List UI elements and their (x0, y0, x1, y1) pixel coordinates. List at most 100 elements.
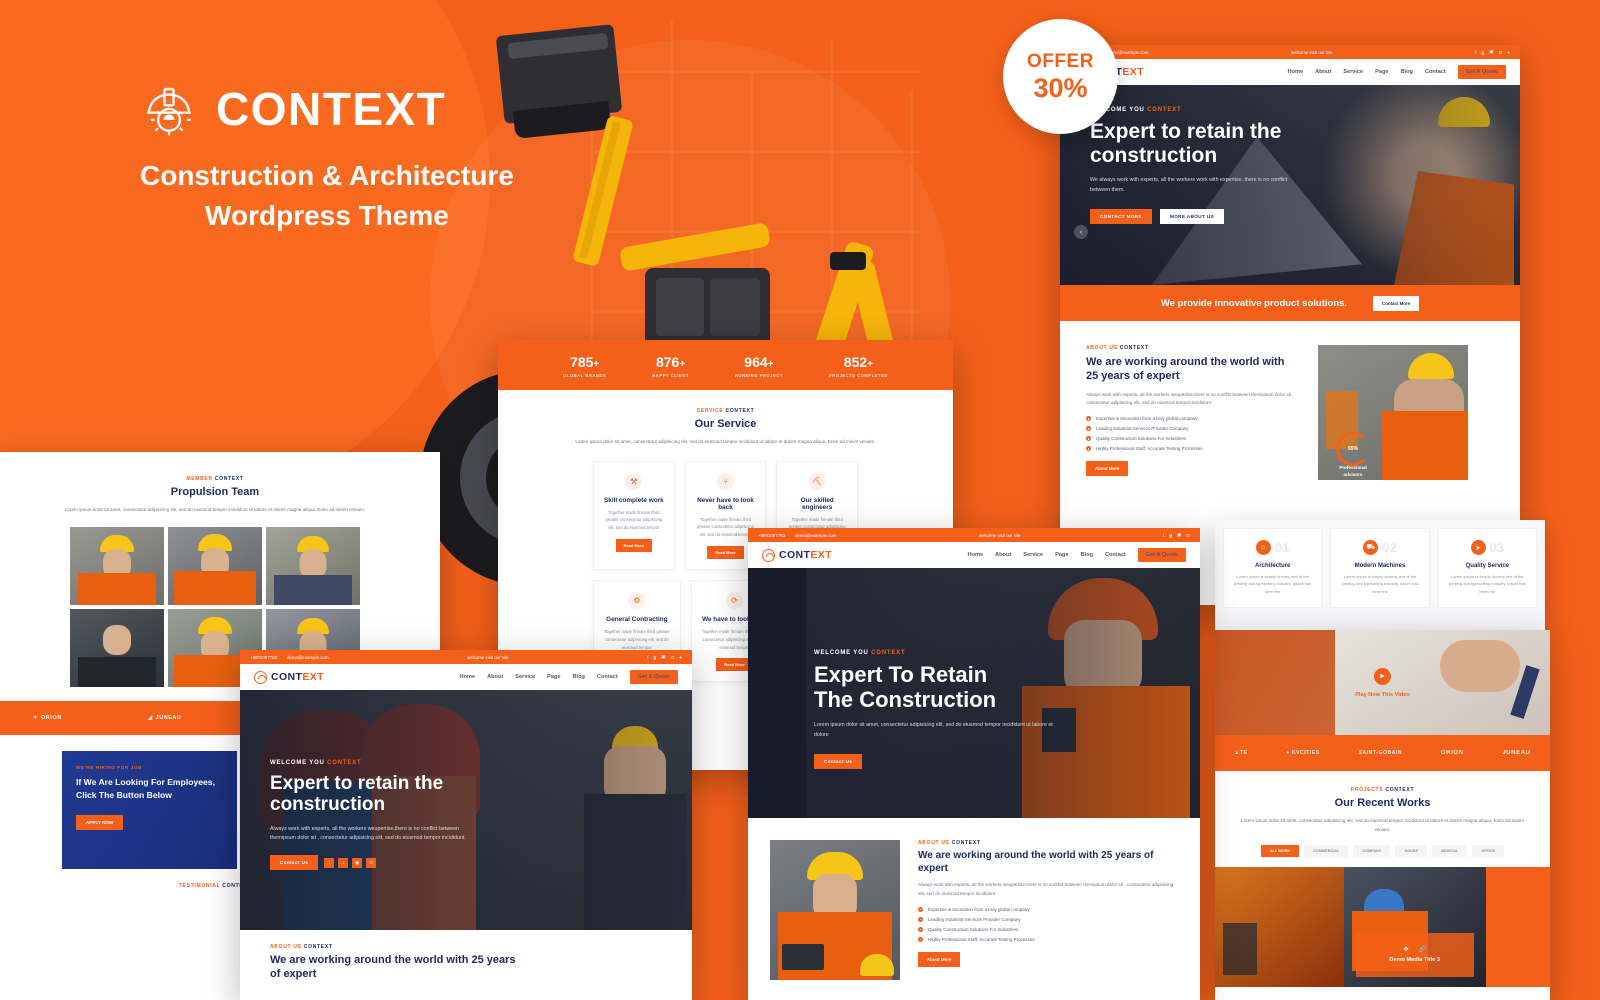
twitter-icon[interactable]: 𝐠 (653, 655, 656, 660)
google-plus-icon[interactable]: G (366, 857, 377, 868)
filter-commercial[interactable]: COMMERCIAL (1304, 844, 1349, 857)
social-links-alt[interactable]: f 𝐠 ▣ G ● (647, 654, 682, 660)
nav-center-about[interactable]: About (995, 552, 1011, 558)
media-badge[interactable]: ✥ 🔗 Demo Media Title 3 (1355, 932, 1474, 977)
instagram-icon[interactable]: ▣ (661, 654, 665, 660)
nav-menu-center[interactable]: Home About Service Page Blog Contact Get… (968, 548, 1186, 562)
service-card-button-1[interactable]: Read More (615, 539, 653, 552)
filter-house[interactable]: HOUSE (1395, 844, 1427, 857)
nav-item-about[interactable]: About (1315, 69, 1331, 75)
project-filter-tabs[interactable]: ALL WORK COMMERCIAL COMPANY HOUSE MEDICA… (1235, 844, 1530, 857)
bullet-dot-icon (1086, 436, 1091, 442)
hiring-card[interactable]: WE'RE HIRING FOR JOB If We Are Looking F… (62, 750, 237, 869)
feature-card-3[interactable]: ➤ 03 Quality Service Lorem ipsum is simpl… (1437, 528, 1537, 609)
filter-all-work[interactable]: ALL WORK (1260, 844, 1300, 857)
facebook-icon[interactable]: f (1163, 533, 1164, 538)
topbar-alt-phone[interactable]: +8801087763 (250, 655, 277, 660)
get-a-quote-button-alt[interactable]: Get A Quote (629, 670, 678, 684)
twitter-icon[interactable]: 𝐠 (1481, 50, 1484, 55)
topbar-alt-email[interactable]: demo@example.com (287, 655, 329, 660)
nav-item-page[interactable]: Page (1375, 69, 1388, 75)
instagram-icon[interactable]: ▣ (352, 857, 363, 868)
team-member-3[interactable] (266, 526, 360, 605)
hero-prev-arrow-icon[interactable]: ‹ (1074, 225, 1088, 239)
team-member-2[interactable] (168, 526, 262, 605)
nav-alt-blog[interactable]: Blog (573, 674, 585, 680)
promo-contact-button[interactable]: Contact More (1373, 295, 1420, 311)
nav-center-home[interactable]: Home (968, 552, 984, 558)
bullet-dot-icon (1086, 446, 1091, 452)
hero-about-button[interactable]: MORE ABOUT US (1159, 208, 1225, 224)
feature-card-2[interactable]: ⛟ 02 Modern Machines Lorem ipsum is simpl… (1330, 528, 1430, 609)
nav-alt-contact[interactable]: Contact (597, 674, 618, 680)
nav-alt-home[interactable]: Home (460, 674, 476, 680)
facebook-icon[interactable]: f (647, 655, 648, 660)
about-center-more-button[interactable]: About More (918, 951, 961, 967)
filter-medical[interactable]: MEDICAL (1431, 844, 1468, 857)
main-navigation-center[interactable]: CONTEXT Home About Service Page Blog Con… (748, 542, 1200, 568)
topbar-center-phone[interactable]: +8801087763 (758, 533, 785, 538)
link-icon[interactable]: 🔗 (1418, 946, 1425, 953)
facebook-icon[interactable]: f (1475, 50, 1476, 55)
social-links[interactable]: f 𝐠 ▣ G ● (1475, 49, 1510, 55)
instagram-icon[interactable]: ▣ (1177, 532, 1181, 538)
get-a-quote-button-center[interactable]: Get A Quote (1137, 548, 1186, 562)
hero-alt-socials[interactable]: f t ▣ G (324, 857, 377, 868)
google-plus-icon[interactable]: G (1499, 50, 1503, 55)
project-thumb-2[interactable]: ✥ 🔗 Demo Media Title 3 (1343, 866, 1486, 987)
nav-center-service[interactable]: Service (1023, 552, 1043, 558)
instagram-icon[interactable]: ▣ (1489, 49, 1493, 55)
play-icon[interactable]: ► (1374, 667, 1391, 685)
project-thumb-3[interactable] (1485, 866, 1550, 987)
nav-center-contact[interactable]: Contact (1105, 552, 1126, 558)
nav-item-home[interactable]: Home (1288, 69, 1304, 75)
nav-menu-alt[interactable]: Home About Service Page Blog Contact Get… (460, 670, 678, 684)
facebook-icon[interactable]: f (324, 857, 335, 868)
nav-alt-service[interactable]: Service (515, 674, 535, 680)
nav-center-page[interactable]: Page (1055, 552, 1068, 558)
nav-menu[interactable]: Home About Service Page Blog Contact Get… (1288, 65, 1506, 79)
apply-now-button[interactable]: APPLY NOW (76, 815, 124, 831)
nav-item-service[interactable]: Service (1343, 69, 1363, 75)
pinterest-icon[interactable]: ● (1507, 50, 1510, 55)
service-card-button-2[interactable]: Read More (707, 546, 744, 559)
nav-alt-about[interactable]: About (487, 674, 503, 680)
site-logo-alt[interactable]: CONTEXT (254, 670, 324, 684)
filter-office[interactable]: OFFICE (1472, 844, 1505, 857)
google-plus-icon[interactable]: G (1186, 533, 1190, 538)
nav-alt-page[interactable]: Page (547, 674, 560, 680)
feature-text-3: Lorem ipsum is simply dummy text of the … (1448, 574, 1526, 594)
mockup-projects-page[interactable]: ► Play Now This Video ▲TE ● KVCITIES SAI… (1215, 630, 1550, 1000)
pinterest-icon[interactable]: ● (679, 655, 682, 660)
twitter-icon[interactable]: 𝐠 (1169, 533, 1172, 538)
topbar-center-email[interactable]: demo@example.com (795, 533, 837, 538)
social-links-center[interactable]: f 𝐠 ▣ G (1163, 532, 1190, 538)
video-label[interactable]: Play Now This Video (1355, 692, 1410, 698)
helmet-gear-icon (140, 80, 198, 138)
video-section[interactable]: ► Play Now This Video (1215, 630, 1550, 735)
team-member-1[interactable] (70, 526, 164, 605)
nav-center-blog[interactable]: Blog (1081, 552, 1093, 558)
site-logo-center[interactable]: CONTEXT (762, 548, 832, 562)
about-more-button[interactable]: About More (1086, 461, 1129, 477)
partner-logo-1: ▲TE (1234, 750, 1248, 756)
nav-item-blog[interactable]: Blog (1401, 69, 1413, 75)
hero-center-contact-button[interactable]: Contact Us (814, 753, 863, 769)
team-member-4[interactable] (70, 608, 164, 687)
mockup-homepage-alt[interactable]: +8801087763 demo@example.com welcome vis… (240, 650, 692, 1000)
nav-item-contact[interactable]: Contact (1425, 69, 1446, 75)
main-navigation[interactable]: CONTEXT Home About Service Page Blog Con… (1060, 59, 1520, 85)
hero-alt-contact-button[interactable]: Contact Us (270, 855, 319, 871)
service-card-1[interactable]: ⚒ Skill complete work Together made firm… (593, 460, 675, 570)
feature-card-1[interactable]: ⌂ 01 Architecture Lorem ipsum is simply d… (1223, 528, 1323, 609)
project-thumb-1[interactable] (1215, 866, 1344, 987)
expand-icon[interactable]: ✥ (1403, 946, 1408, 953)
mockup-homepage-center[interactable]: +8801087763 demo@example.com welcome vis… (748, 528, 1200, 1000)
mockup-feature-cards[interactable]: ⌂ 01 Architecture Lorem ipsum is simply d… (1215, 520, 1545, 630)
google-plus-icon[interactable]: G (671, 655, 675, 660)
hero-contact-button[interactable]: CONTACT MORE (1090, 208, 1152, 224)
filter-company[interactable]: COMPANY (1353, 844, 1391, 857)
main-navigation-alt[interactable]: CONTEXT Home About Service Page Blog Con… (240, 664, 692, 690)
get-a-quote-button[interactable]: Get A Quote (1457, 65, 1506, 79)
twitter-icon[interactable]: t (338, 857, 349, 868)
